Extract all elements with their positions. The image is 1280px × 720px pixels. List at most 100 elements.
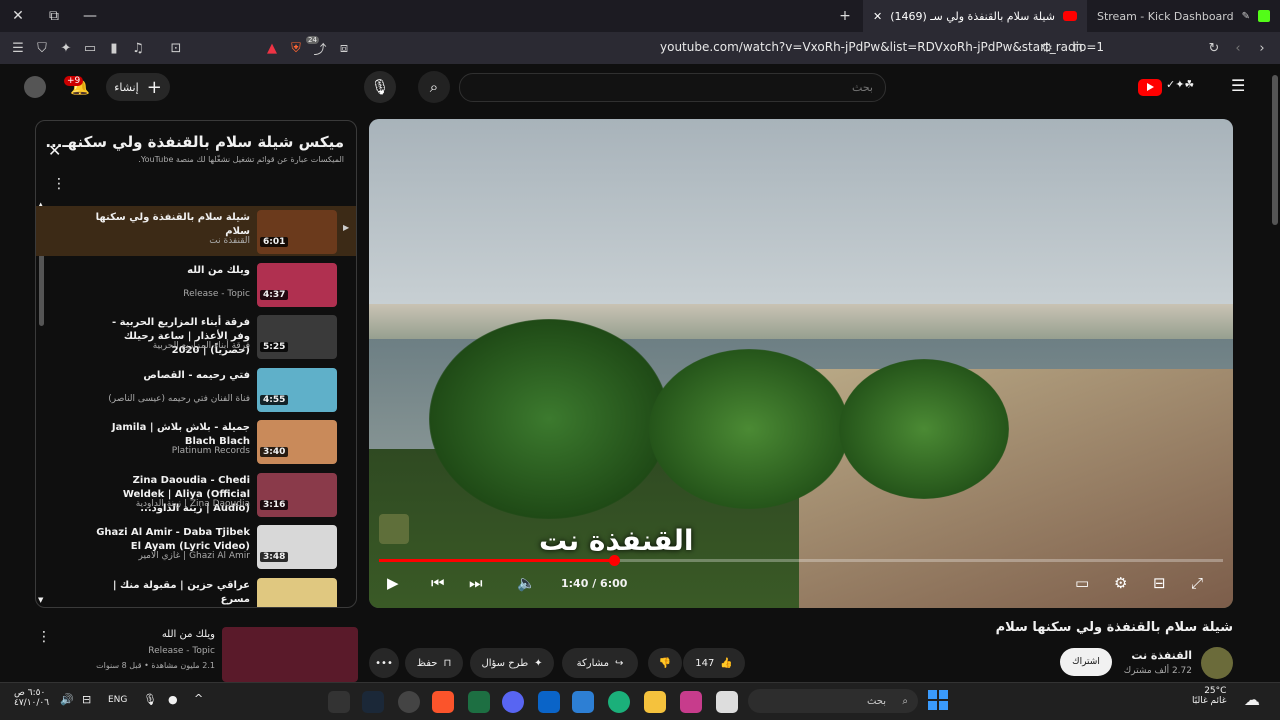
progress-bar[interactable] xyxy=(379,555,1223,566)
steam-icon[interactable] xyxy=(362,691,384,713)
playlist-panel: ميكس شيلة سلام بالقنفذة ولي سكنهـ... الم… xyxy=(35,120,357,608)
extensions-icon[interactable]: ✦ xyxy=(54,36,78,60)
forward-icon[interactable]: › xyxy=(1250,36,1274,60)
back-icon[interactable]: ‹ xyxy=(1226,36,1250,60)
next-video-item[interactable]: ⋮ ويلك من الله Release - Topic 2.1 مليون… xyxy=(35,625,358,682)
playlist-item[interactable]: 4:37 ويلك من الله Release - Topic xyxy=(36,259,356,309)
more-actions-button[interactable]: ••• xyxy=(369,648,399,678)
epic-games-icon[interactable] xyxy=(328,691,350,713)
excel-icon[interactable] xyxy=(468,691,490,713)
search-box[interactable] xyxy=(459,73,886,102)
playlist-item[interactable]: 5:25 فرقة أبناء المزاريع الحربية - وفر ال… xyxy=(36,311,356,361)
miniplayer-icon[interactable]: ⊟ xyxy=(1153,574,1166,592)
fullscreen-icon[interactable]: ⤢ xyxy=(1191,574,1203,592)
playlist-thumbnail[interactable] xyxy=(257,210,337,254)
taskbar-search[interactable]: بحث ⌕ xyxy=(748,689,918,713)
channel-watermark[interactable] xyxy=(379,514,409,544)
more-options-icon[interactable]: ⋮ xyxy=(37,629,51,645)
close-playlist-icon[interactable]: ✕ xyxy=(48,141,61,160)
close-tab-icon[interactable]: ✕ xyxy=(873,10,882,23)
playlist-item[interactable]: عراقي حزين | مقبولة منك | مسرع xyxy=(36,574,356,607)
subscribe-button[interactable]: اشتراك xyxy=(1060,648,1112,676)
subtitles-icon[interactable]: ▭ xyxy=(1075,574,1089,592)
like-button[interactable]: 147 👍 xyxy=(683,648,745,678)
discord-icon[interactable] xyxy=(502,691,524,713)
next-icon[interactable]: ⏭ xyxy=(469,574,483,592)
minimize-window-icon[interactable]: — xyxy=(72,0,108,32)
tray-app-icon[interactable]: ● xyxy=(168,693,178,706)
more-options-icon[interactable]: ⋮ xyxy=(52,176,66,192)
show-hidden-icons[interactable]: ^ xyxy=(194,692,203,705)
channel-avatar[interactable] xyxy=(1201,647,1233,679)
reload-icon[interactable]: ↻ xyxy=(1202,36,1226,60)
address-bar[interactable]: youtube.com/watch?v=VxoRh-jPdPw&list=RDV… xyxy=(660,40,1104,54)
next-video-thumbnail[interactable] xyxy=(222,627,358,682)
close-window-icon[interactable]: ✕ xyxy=(0,0,36,32)
playlist-item[interactable]: 3:16 Zina Daoudia - Chedi Weldek | Aliya … xyxy=(36,469,356,519)
page-scroll-thumb[interactable] xyxy=(1272,75,1278,225)
weather-widget[interactable]: 25°C غائم غالبًا xyxy=(1192,686,1226,706)
file-explorer-icon[interactable] xyxy=(644,691,666,713)
sidebar-menu-icon[interactable]: ☰ xyxy=(6,36,30,60)
maximize-window-icon[interactable]: ⧉ xyxy=(36,0,72,32)
search-button[interactable]: ⌕ xyxy=(418,71,450,103)
tab-youtube[interactable]: ✕ (1469) شيلة سلام بالقنفذة ولي سـ xyxy=(863,0,1087,32)
playlist-thumbnail[interactable] xyxy=(257,262,337,307)
youtube-logo-icon[interactable] xyxy=(1138,79,1162,96)
edge-icon[interactable] xyxy=(608,691,630,713)
sparkle-icon: ✦ xyxy=(534,657,543,669)
mute-icon[interactable]: ✎ xyxy=(1242,11,1250,22)
sidebar-icon[interactable]: ▮ xyxy=(102,36,126,60)
playlist-thumbnail[interactable] xyxy=(257,472,337,517)
progress-scrubber[interactable] xyxy=(608,555,620,566)
voice-search-button[interactable]: 🎙 xyxy=(364,71,396,103)
video-player[interactable]: القنفذة نت ▶ ⏮ ⏭ 🔈 1:40 / 6:00 ▭ ⚙ ⊟ ⤢ xyxy=(369,119,1233,608)
playlist-thumbnail[interactable] xyxy=(257,577,337,607)
playlist-thumbnail[interactable] xyxy=(257,367,337,412)
new-tab-button[interactable]: + xyxy=(827,0,863,32)
avatar[interactable] xyxy=(24,76,46,98)
channel-name[interactable]: القنفذة نت xyxy=(1131,649,1192,662)
volume-icon[interactable]: 🔈 xyxy=(517,574,536,592)
playlist-thumbnail[interactable] xyxy=(257,315,337,359)
brave-shield-icon[interactable]: ⛨ xyxy=(284,36,308,60)
playlist-item-title: Zina Daoudia - Chedi Weldek | Aliya (Off… xyxy=(122,474,250,514)
settings-gear-icon[interactable]: ⚙ xyxy=(1114,574,1127,592)
obs-icon[interactable] xyxy=(398,691,420,713)
cast-icon[interactable]: ⧈ xyxy=(332,36,356,60)
system-clock[interactable]: ٦:٥٠ ص ٤٧/١٠/٠٦ xyxy=(14,688,49,708)
playlist-item[interactable]: 3:48 Ghazi Al Amir - Daba Tjibek El Ayam … xyxy=(36,521,356,571)
playlist-thumbnail[interactable] xyxy=(257,420,337,464)
previous-icon[interactable]: ⏮ xyxy=(431,574,445,592)
hamburger-menu-icon[interactable]: ☰ xyxy=(1231,76,1245,95)
windows-start-icon[interactable] xyxy=(928,690,948,710)
language-indicator[interactable]: ENG xyxy=(108,695,127,705)
rewards-triangle-icon[interactable]: ▲ xyxy=(260,36,284,60)
playlist-thumbnail[interactable] xyxy=(257,525,337,569)
playlist-item[interactable]: 3:40 جميلة - بلاش بلاش | Jamila Blach Bla… xyxy=(36,416,356,466)
wallet-icon[interactable]: ▭ xyxy=(78,36,102,60)
mic-tray-icon[interactable]: 🎙 xyxy=(143,693,157,706)
brave-browser-icon[interactable] xyxy=(432,691,454,713)
save-label: حفظ xyxy=(416,657,438,669)
volume-tray-icon[interactable]: 🔊 xyxy=(60,693,74,706)
network-icon[interactable]: ⊟ xyxy=(82,693,91,706)
share-button[interactable]: مشاركة ↪ xyxy=(562,648,638,678)
playlist-item[interactable]: 4:55 فتي رحيمه - القصاص فناة الفنان فتي رح… xyxy=(36,364,356,414)
outlook-icon[interactable] xyxy=(538,691,560,713)
shield-icon[interactable]: ⛉ xyxy=(30,36,54,60)
save-button[interactable]: حفظ ⊓ xyxy=(405,648,463,678)
notepad-icon[interactable] xyxy=(716,691,738,713)
tab-kick[interactable]: Stream - Kick Dashboard ✎ xyxy=(1087,0,1280,32)
search-input[interactable] xyxy=(460,74,885,101)
office-icon[interactable] xyxy=(680,691,702,713)
music-icon[interactable]: ♫ xyxy=(126,36,150,60)
play-icon[interactable]: ▶ xyxy=(387,574,399,592)
video-title: شيلة سلام بالقنفذة ولي سكنها سلام xyxy=(995,620,1233,635)
playlist-item[interactable]: 6:01 شيلة سلام بالقنفذة ولي سكنها سلام الق… xyxy=(36,206,356,256)
ask-button[interactable]: طرح سؤال ✦ xyxy=(470,648,554,678)
screenshot-icon[interactable]: ⊡ xyxy=(164,36,188,60)
store-icon[interactable] xyxy=(572,691,594,713)
dislike-button[interactable]: 👎 xyxy=(648,648,682,678)
create-button[interactable]: إنشاء + xyxy=(106,73,170,101)
